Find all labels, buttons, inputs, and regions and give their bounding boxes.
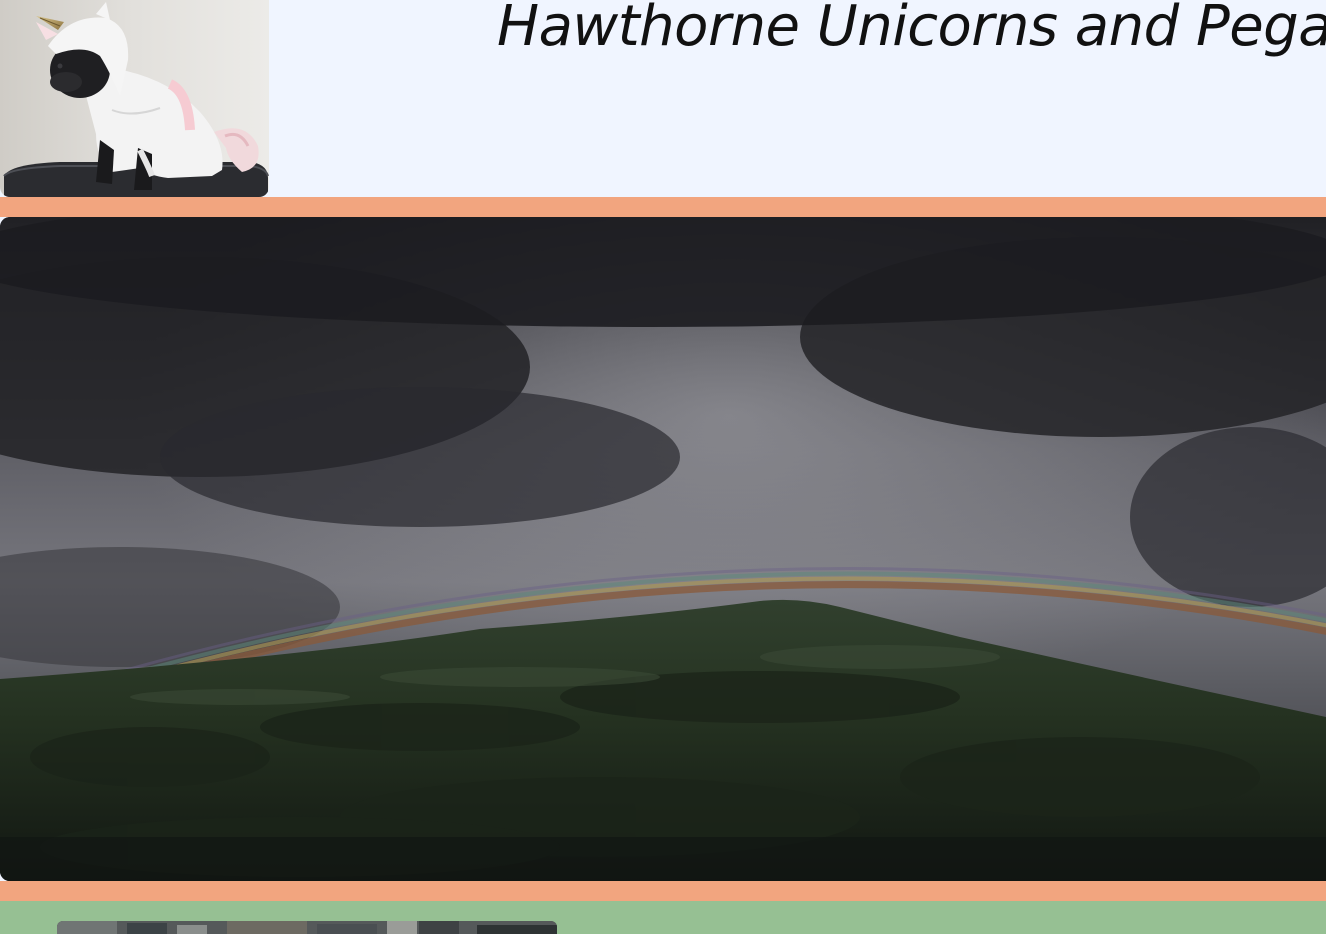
page: Hawthorne Unicorns and Pegasi — [0, 0, 1326, 934]
street-thumbnail-image[interactable] — [57, 921, 557, 934]
rainbow-landscape-icon — [0, 217, 1326, 881]
green-section — [0, 901, 1326, 934]
accent-band-bottom — [0, 881, 1326, 901]
site-header: Hawthorne Unicorns and Pegasi — [0, 0, 1326, 197]
hero-image — [0, 217, 1326, 881]
dog-unicorn-icon — [0, 0, 269, 197]
street-scene-icon — [57, 921, 557, 934]
site-title: Hawthorne Unicorns and Pegasi — [497, 0, 1326, 59]
accent-band-top — [0, 197, 1326, 217]
logo-image[interactable] — [0, 0, 269, 197]
